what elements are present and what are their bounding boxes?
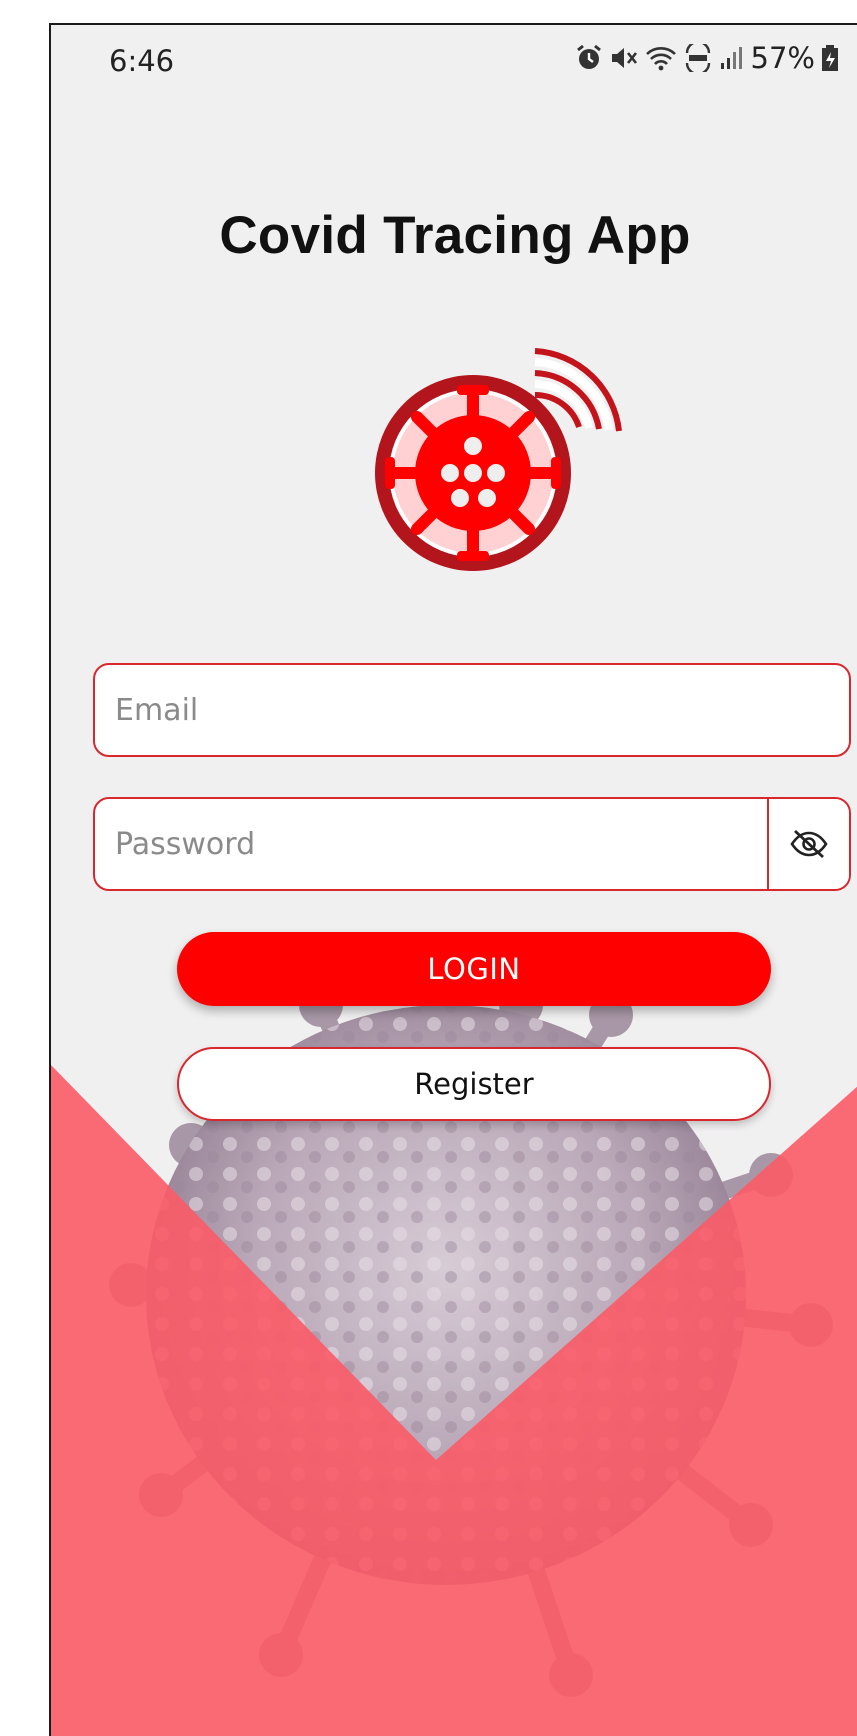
app-title: Covid Tracing App — [219, 206, 691, 265]
password-input[interactable] — [95, 799, 767, 889]
status-bar: 6:46 57% — [51, 25, 857, 89]
phone-screen: 6:46 57% Covid Tracing App Email LOGIN R… — [49, 23, 857, 1736]
mute-icon — [609, 44, 639, 72]
eye-off-icon — [790, 829, 828, 859]
alarm-icon — [575, 44, 603, 72]
login-button[interactable]: LOGIN — [177, 932, 771, 1006]
signal-icon — [719, 44, 745, 72]
password-field-container — [93, 797, 851, 891]
volte-icon — [683, 44, 713, 72]
email-field-container — [93, 663, 851, 757]
register-button[interactable]: Register — [177, 1047, 771, 1121]
battery-percent: 57% — [750, 41, 815, 75]
status-icons: 57% — [575, 41, 839, 75]
battery-icon — [821, 44, 839, 72]
password-visibility-toggle[interactable] — [767, 799, 849, 889]
status-time: 6:46 — [109, 44, 175, 78]
wifi-icon — [645, 44, 677, 72]
virus-broadcast-logo — [375, 348, 622, 571]
email-input[interactable] — [95, 665, 849, 755]
